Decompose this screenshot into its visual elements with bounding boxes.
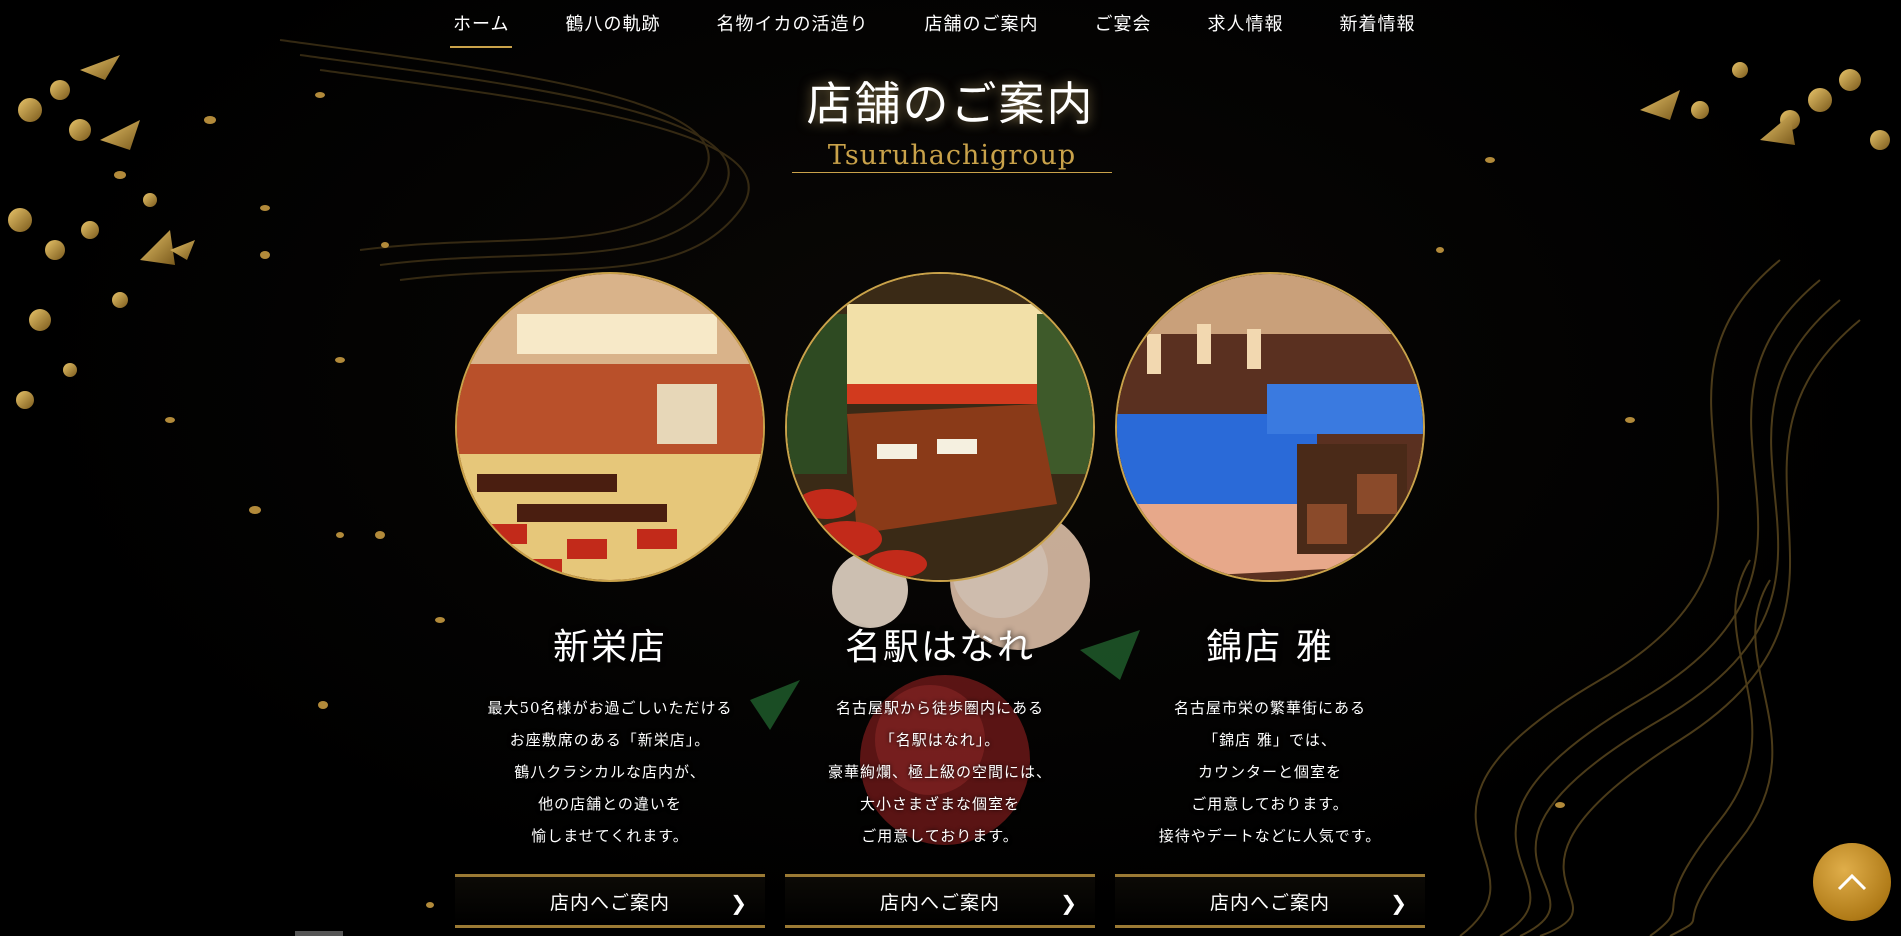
store-desc-line: 「名駅はなれ」。 <box>879 731 1001 749</box>
store-desc-line: ご用意しております。 <box>1191 795 1349 813</box>
main-nav: ホーム 鶴八の軌跡 名物イカの活造り 店舗のご案内 ご宴会 求人情報 新着情報 <box>0 0 1901 48</box>
nav-item-news[interactable]: 新着情報 <box>1339 0 1415 48</box>
store-desc-line: 名古屋市栄の繁華街にある <box>1173 699 1366 717</box>
horizontal-scrollbar[interactable] <box>295 931 343 936</box>
store-desc-line: 接待やデートなどに人気です。 <box>1158 827 1382 845</box>
store-desc-line: カウンターと個室を <box>1197 763 1342 781</box>
store-name: 新栄店 <box>552 627 667 668</box>
store-desc-line: 豪華絢爛、極上級の空間には、 <box>827 763 1052 781</box>
store-guide-button[interactable]: 店内へご案内 ❯ <box>455 874 765 928</box>
store-desc-line: 鶴八クラシカルな店内が、 <box>514 763 706 781</box>
store-guide-button-label: 店内へご案内 <box>1209 891 1330 914</box>
store-guide-button[interactable]: 店内へご案内 ❯ <box>785 874 1095 928</box>
chevron-right-icon: ❯ <box>730 891 747 915</box>
nav-item-stores[interactable]: 店舗のご案内 <box>924 0 1038 48</box>
chevron-right-icon: ❯ <box>1390 891 1407 915</box>
store-desc-line: 「錦店 雅」では、 <box>1203 731 1337 749</box>
store-photo-meieki[interactable] <box>785 272 1095 582</box>
section-subtitle: Tsuruhachigroup <box>792 140 1112 173</box>
store-guide-button-label: 店内へご案内 <box>879 891 1000 914</box>
store-card-nishiki: 錦店 雅 名古屋市栄の繁華街にある 「錦店 雅」では、 カウンターと個室を ご用… <box>1115 272 1425 928</box>
nav-item-recruit[interactable]: 求人情報 <box>1207 0 1283 48</box>
page: ホーム 鶴八の軌跡 名物イカの活造り 店舗のご案内 ご宴会 求人情報 新着情報 … <box>0 0 1901 936</box>
store-photo-image <box>1117 274 1423 580</box>
store-description: 名古屋市栄の繁華街にある 「錦店 雅」では、 カウンターと個室を ご用意しており… <box>1115 692 1425 852</box>
store-name: 錦店 雅 <box>1206 627 1334 668</box>
nav-list: ホーム 鶴八の軌跡 名物イカの活造り 店舗のご案内 ご宴会 求人情報 新着情報 <box>449 0 1471 48</box>
nav-item-squid[interactable]: 名物イカの活造り <box>716 0 868 48</box>
store-description: 最大50名様がお過ごしいただける お座敷席のある「新栄店」。 鶴八クラシカルな店… <box>455 692 765 852</box>
store-name: 名駅はなれ <box>844 627 1035 668</box>
store-card-shinsakae: 新栄店 最大50名様がお過ごしいただける お座敷席のある「新栄店」。 鶴八クラシ… <box>455 272 765 928</box>
section-title: 店舗のご案内 <box>806 77 1095 131</box>
store-desc-line: 最大50名様がお過ごしいただける <box>487 699 733 717</box>
store-desc-line: 他の店舗との違いを <box>538 795 682 813</box>
chevron-right-icon: ❯ <box>1060 891 1077 915</box>
store-desc-line: お座敷席のある「新栄店」。 <box>509 731 711 749</box>
nav-item-history[interactable]: 鶴八の軌跡 <box>565 0 660 48</box>
store-guide-button-label: 店内へご案内 <box>549 891 670 914</box>
store-card-meieki: 名駅はなれ 名古屋駅から徒歩圏内にある 「名駅はなれ」。 豪華絢爛、極上級の空間… <box>785 272 1095 928</box>
store-desc-line: 大小さまざまな個室を <box>859 795 1020 813</box>
chevron-up-icon <box>1837 873 1867 891</box>
scroll-to-top-button[interactable] <box>1813 843 1891 921</box>
store-photo-shinsakae[interactable] <box>455 272 765 582</box>
nav-item-home[interactable]: ホーム <box>449 0 513 48</box>
store-desc-line: 名古屋駅から徒歩圏内にある <box>835 699 1044 717</box>
nav-item-banquet[interactable]: ご宴会 <box>1094 0 1151 48</box>
store-description: 名古屋駅から徒歩圏内にある 「名駅はなれ」。 豪華絢爛、極上級の空間には、 大小… <box>785 692 1095 852</box>
store-photo-image <box>457 274 763 580</box>
store-photo-image <box>787 274 1093 580</box>
store-desc-line: ご用意しております。 <box>861 827 1019 845</box>
store-desc-line: 愉しませてくれます。 <box>531 827 689 845</box>
store-photo-nishiki[interactable] <box>1115 272 1425 582</box>
store-guide-button[interactable]: 店内へご案内 ❯ <box>1115 874 1425 928</box>
